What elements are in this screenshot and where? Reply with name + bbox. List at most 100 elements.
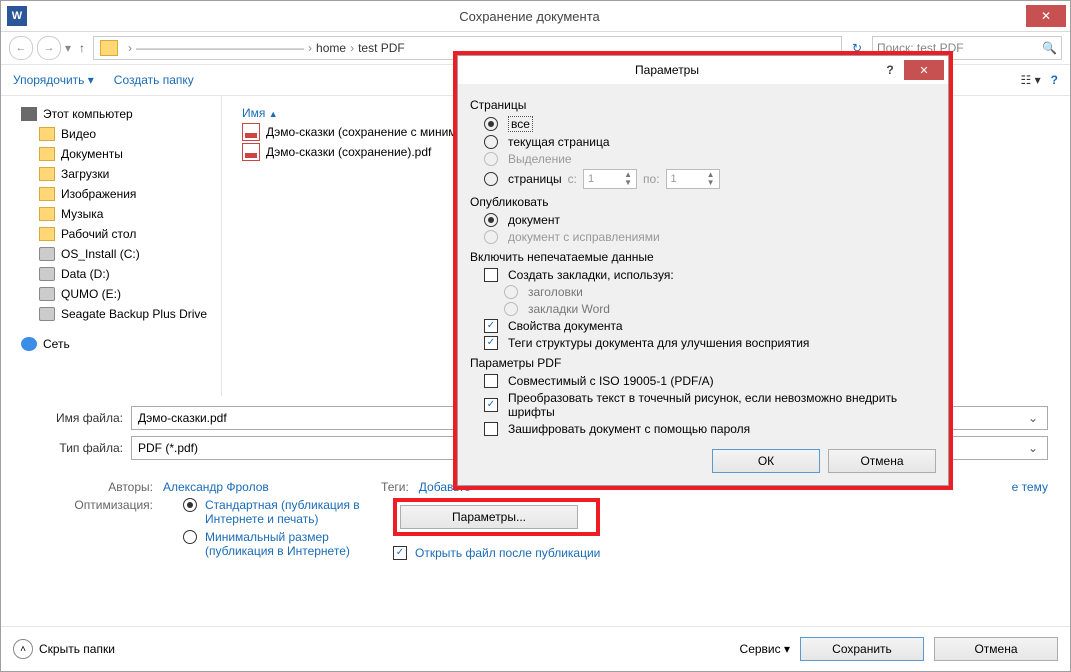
drive-icon xyxy=(39,307,55,321)
tree-this-pc[interactable]: Этот компьютер xyxy=(1,104,221,124)
drive-icon xyxy=(39,247,55,261)
modal-title: Параметры xyxy=(458,63,876,77)
tree-music[interactable]: Музыка xyxy=(1,204,221,224)
checkbox-on-icon xyxy=(393,546,407,560)
checkbox-off-icon xyxy=(484,268,498,282)
tree-network[interactable]: Сеть xyxy=(1,334,221,354)
pdf-group-label: Параметры PDF xyxy=(470,356,936,370)
options-button-highlight: Параметры... xyxy=(393,498,600,536)
pc-icon xyxy=(21,107,37,121)
cancel-button[interactable]: Отмена xyxy=(934,637,1058,661)
nav-up-button[interactable]: ↑ xyxy=(75,41,89,55)
tree-drive-seagate[interactable]: Seagate Backup Plus Drive xyxy=(1,304,221,324)
page-to-input[interactable]: 1▲▼ xyxy=(666,169,720,189)
hide-folders-button[interactable]: ˄ Скрыть папки xyxy=(13,639,115,659)
tree-desktop[interactable]: Рабочий стол xyxy=(1,224,221,244)
chevron-up-icon: ˄ xyxy=(13,639,33,659)
checkbox-on-icon xyxy=(484,398,498,412)
nav-back-button[interactable]: ← xyxy=(9,36,33,60)
title-value[interactable]: е тему xyxy=(1012,480,1048,494)
radio-disabled-icon xyxy=(484,152,498,166)
pages-all-radio[interactable]: все xyxy=(474,116,936,132)
page-from-input[interactable]: 1▲▼ xyxy=(583,169,637,189)
pdf-icon xyxy=(242,143,260,161)
nav-tree: Этот компьютер Видео Документы Загрузки … xyxy=(1,96,222,396)
checkbox-on-icon xyxy=(484,336,498,350)
radio-on-icon xyxy=(183,498,197,512)
publish-doc-radio[interactable]: документ xyxy=(474,213,936,227)
drive-icon xyxy=(39,287,55,301)
checkbox-off-icon xyxy=(484,422,498,436)
pdf-icon xyxy=(242,123,260,141)
radio-off-icon xyxy=(484,172,498,186)
filename-label: Имя файла: xyxy=(23,411,123,425)
tags-label: Теги: xyxy=(369,480,409,494)
tree-videos[interactable]: Видео xyxy=(1,124,221,144)
chevron-down-icon[interactable]: ⌄ xyxy=(1025,441,1041,455)
drive-icon xyxy=(39,267,55,281)
optimization-block: Оптимизация: Стандартная (публикация в И… xyxy=(1,498,1070,560)
new-folder-button[interactable]: Создать папку xyxy=(114,73,194,87)
doc-props-checkbox[interactable]: Свойства документа xyxy=(474,319,936,333)
pdf-encrypt-checkbox[interactable]: Зашифровать документ с помощью пароля xyxy=(474,422,936,436)
filetype-label: Тип файла: xyxy=(23,441,123,455)
open-after-checkbox[interactable]: Открыть файл после публикации xyxy=(393,546,600,560)
window-close-button[interactable]: ✕ xyxy=(1026,5,1066,27)
tree-pictures[interactable]: Изображения xyxy=(1,184,221,204)
organize-menu[interactable]: Упорядочить ▾ xyxy=(13,73,94,87)
save-dialog: W Сохранение документа ✕ ← → ▾ ↑ › —————… xyxy=(0,0,1071,672)
nonprint-group-label: Включить непечатаемые данные xyxy=(470,250,936,264)
radio-disabled-icon xyxy=(484,230,498,244)
tree-drive-d[interactable]: Data (D:) xyxy=(1,264,221,284)
pages-range-radio[interactable]: страницы с: 1▲▼ по: 1▲▼ xyxy=(474,169,936,189)
authors-value[interactable]: Александр Фролов xyxy=(163,480,269,494)
authors-label: Авторы: xyxy=(23,480,153,494)
opt-min-radio[interactable]: Минимальный размер (публикация в Интерне… xyxy=(183,530,363,558)
radio-on-icon xyxy=(484,213,498,227)
tree-downloads[interactable]: Загрузки xyxy=(1,164,221,184)
radio-off-icon xyxy=(183,530,197,544)
save-button[interactable]: Сохранить xyxy=(800,637,924,661)
nav-forward-button[interactable]: → xyxy=(37,36,61,60)
tools-menu[interactable]: Сервис ▾ xyxy=(740,642,790,656)
tree-drive-e[interactable]: QUMO (E:) xyxy=(1,284,221,304)
pages-selection-radio: Выделение xyxy=(474,152,936,166)
doc-tags-checkbox[interactable]: Теги структуры документа для улучшения в… xyxy=(474,336,936,350)
crumb-folder[interactable]: test PDF xyxy=(358,41,405,55)
pdf-bitmap-checkbox[interactable]: Преобразовать текст в точечный рисунок, … xyxy=(474,391,936,419)
checkbox-on-icon xyxy=(484,319,498,333)
modal-titlebar: Параметры ? ✕ xyxy=(458,56,948,84)
modal-close-button[interactable]: ✕ xyxy=(904,60,944,80)
help-icon[interactable]: ? xyxy=(1051,73,1058,87)
chevron-down-icon[interactable]: ⌄ xyxy=(1025,411,1041,425)
titlebar: W Сохранение документа ✕ xyxy=(1,1,1070,32)
pdf-iso-checkbox[interactable]: Совместимый с ISO 19005-1 (PDF/A) xyxy=(474,374,936,388)
bookmarks-headings-radio: заголовки xyxy=(474,285,936,299)
folder-icon xyxy=(39,207,55,221)
nav-recent-icon[interactable]: ▾ xyxy=(65,41,71,55)
modal-ok-button[interactable]: ОК xyxy=(712,449,820,473)
pages-current-radio[interactable]: текущая страница xyxy=(474,135,936,149)
opt-standard-radio[interactable]: Стандартная (публикация в Интернете и пе… xyxy=(183,498,363,526)
crumb-home[interactable]: home xyxy=(316,41,346,55)
optimize-label: Оптимизация: xyxy=(23,498,153,512)
footer: ˄ Скрыть папки Сервис ▾ Сохранить Отмена xyxy=(1,626,1070,671)
tree-documents[interactable]: Документы xyxy=(1,144,221,164)
modal-cancel-button[interactable]: Отмена xyxy=(828,449,936,473)
tree-drive-c[interactable]: OS_Install (C:) xyxy=(1,244,221,264)
radio-on-icon xyxy=(484,117,498,131)
bookmarks-word-radio: закладки Word xyxy=(474,302,936,316)
create-bookmarks-checkbox[interactable]: Создать закладки, используя: xyxy=(474,268,936,282)
view-options-button[interactable]: ☷ ▾ xyxy=(1021,73,1041,87)
options-button[interactable]: Параметры... xyxy=(400,505,578,529)
window-title: Сохранение документа xyxy=(33,9,1026,24)
radio-disabled-icon xyxy=(504,285,518,299)
folder-icon xyxy=(39,127,55,141)
modal-help-button[interactable]: ? xyxy=(876,63,904,77)
publish-rev-radio: документ с исправлениями xyxy=(474,230,936,244)
radio-disabled-icon xyxy=(504,302,518,316)
pages-group-label: Страницы xyxy=(470,98,936,112)
options-dialog: Параметры ? ✕ Страницы все текущая стран… xyxy=(453,51,953,490)
word-app-icon: W xyxy=(7,6,27,26)
folder-icon xyxy=(39,227,55,241)
